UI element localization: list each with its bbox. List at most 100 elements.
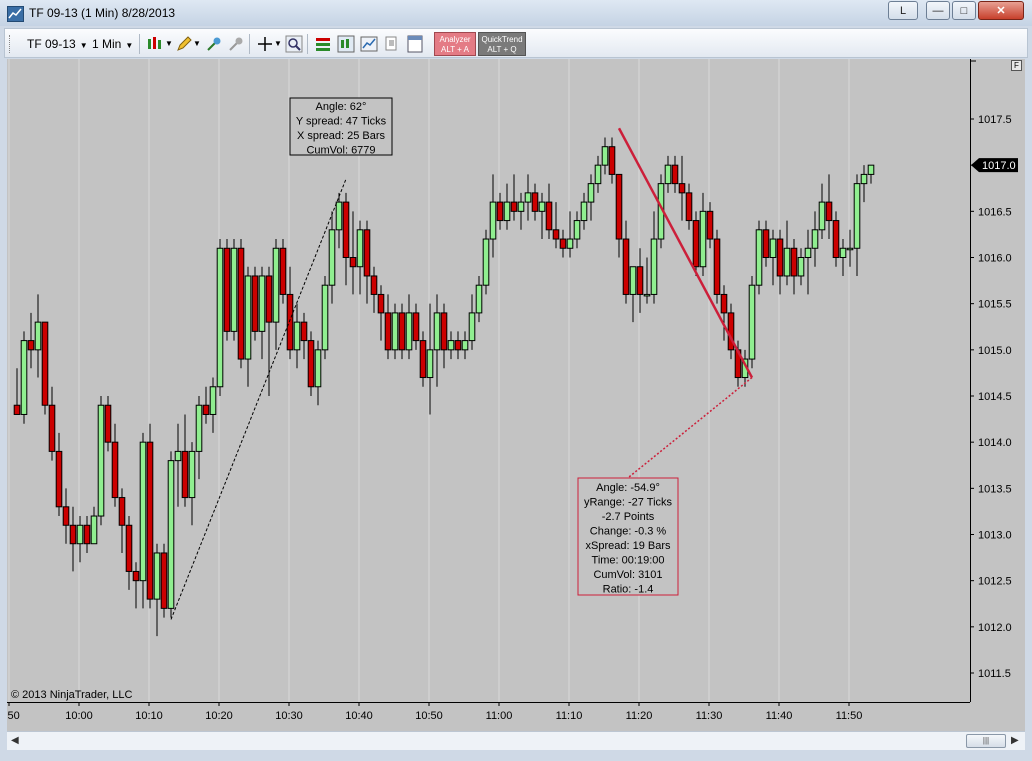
copyright-text: © 2013 NinjaTrader, LLC [11,689,133,701]
candle-body [398,312,406,351]
pin-icon[interactable] [205,35,223,53]
scroll-thumb[interactable]: ||| [966,734,1006,748]
zoom-icon[interactable] [285,35,303,53]
candle-body [594,164,602,185]
candle-body [419,340,427,379]
crosshair-icon[interactable] [256,35,274,53]
x-tick-label: 11:40 [766,710,793,722]
candle-body [608,146,616,175]
title-bar: TF 09-13 (1 Min) 8/28/2013 L — □ ✕ [0,0,1032,26]
candle-body [685,192,693,222]
candle-body [783,247,791,277]
annotation-down-line: Angle: -54.9° [596,482,660,494]
candle-body [195,404,203,452]
candle-body [811,229,819,249]
chevron-down-icon[interactable]: ▼ [193,39,201,48]
candle-body [440,312,448,351]
f-button[interactable]: F [1011,60,1022,71]
candle-body [671,164,679,185]
maximize-button[interactable]: □ [952,1,976,20]
candle-body [13,404,21,415]
status-bar [0,750,1032,761]
candle-body [664,164,672,185]
candle-body [853,183,861,249]
candle-body [552,229,560,240]
toolbar-divider [249,34,250,54]
candle-body [706,210,714,240]
candle-body [272,247,280,323]
interval-selector[interactable]: 1 Min ▼ [92,37,133,51]
price-chart[interactable]: 9:50 10:00 10:10 10:20 10:30 10:40 10:50 11:00 1… [7,59,1025,731]
candle-body [223,247,231,332]
candle-body [832,220,840,258]
chevron-down-icon: ▼ [79,41,88,50]
chevron-down-icon[interactable]: ▼ [165,39,173,48]
candle-body [629,266,637,295]
data-box-icon[interactable] [406,35,424,53]
candle-body [755,229,763,286]
close-button[interactable]: ✕ [978,1,1024,20]
candle-body [384,312,392,351]
candle-body [69,524,77,545]
annotation-down-line: Change: -0.3 % [590,526,667,538]
annotation-up-line: Angle: 62° [316,101,367,113]
candle-body [524,192,532,203]
horizontal-scrollbar[interactable]: ◀ ||| ▶ [7,731,1025,751]
annotation-down-line: xSpread: 19 Bars [586,540,671,552]
candle-body [258,275,266,332]
scroll-left-icon[interactable]: ◀ [11,735,19,746]
price-marker-label: 1017.0 [982,160,1016,172]
y-tick-label: 1013.0 [978,530,1012,542]
chevron-down-icon[interactable]: ▼ [274,39,282,48]
quicktrend-button[interactable]: QuickTrend ALT + Q [478,32,526,56]
x-tick-label: 10:20 [205,710,233,722]
candle-body [601,146,609,166]
analyzer-label: Analyzer [439,35,471,44]
indicators-icon[interactable] [314,35,332,53]
candle-body [580,201,588,222]
minimize-button[interactable]: — [926,1,950,20]
candle-body [468,312,476,342]
candle-body [867,164,875,175]
candle-body [202,404,210,415]
x-tick-label: 10:50 [415,710,443,722]
strategies-icon[interactable] [337,35,355,53]
x-tick-label: 10:40 [345,710,373,722]
candle-body [636,266,644,295]
candle-body [713,238,721,295]
candle-body [286,293,294,351]
scroll-right-icon[interactable]: ▶ [1011,735,1019,746]
candle-body [699,210,707,268]
pencil-icon[interactable] [175,35,193,53]
candle-body [454,340,462,351]
toolbar-grip[interactable] [9,35,13,53]
candle-body [55,450,63,508]
chart-style-icon[interactable] [146,35,164,53]
candle-body [321,284,329,351]
analyzer-button[interactable]: Analyzer ALT + A [434,32,476,56]
candle-body [146,441,154,600]
candle-body [160,552,168,609]
chart-properties-icon[interactable] [360,35,378,53]
candle-body [90,515,98,545]
candle-body [377,293,385,314]
interval-label: 1 Min [92,37,122,51]
candle-body [804,247,812,258]
candle-body [482,238,490,286]
x-tick-label: 10:30 [275,710,303,722]
copy-icon[interactable] [383,35,401,53]
y-tick-label: 1013.5 [978,483,1012,495]
unpin-icon[interactable] [227,35,245,53]
candle-body [293,321,301,351]
y-tick-label: 1014.5 [978,391,1012,403]
candle-body [363,229,371,277]
candle-body [314,349,322,388]
candle-body [426,349,434,379]
candle-body [237,247,245,360]
candle-body [307,340,315,388]
candle-body [559,238,567,249]
candle-body [41,321,49,406]
instrument-selector[interactable]: TF 09-13 ▼ [27,37,88,51]
link-button[interactable]: L [888,1,918,20]
candle-body [111,441,119,499]
